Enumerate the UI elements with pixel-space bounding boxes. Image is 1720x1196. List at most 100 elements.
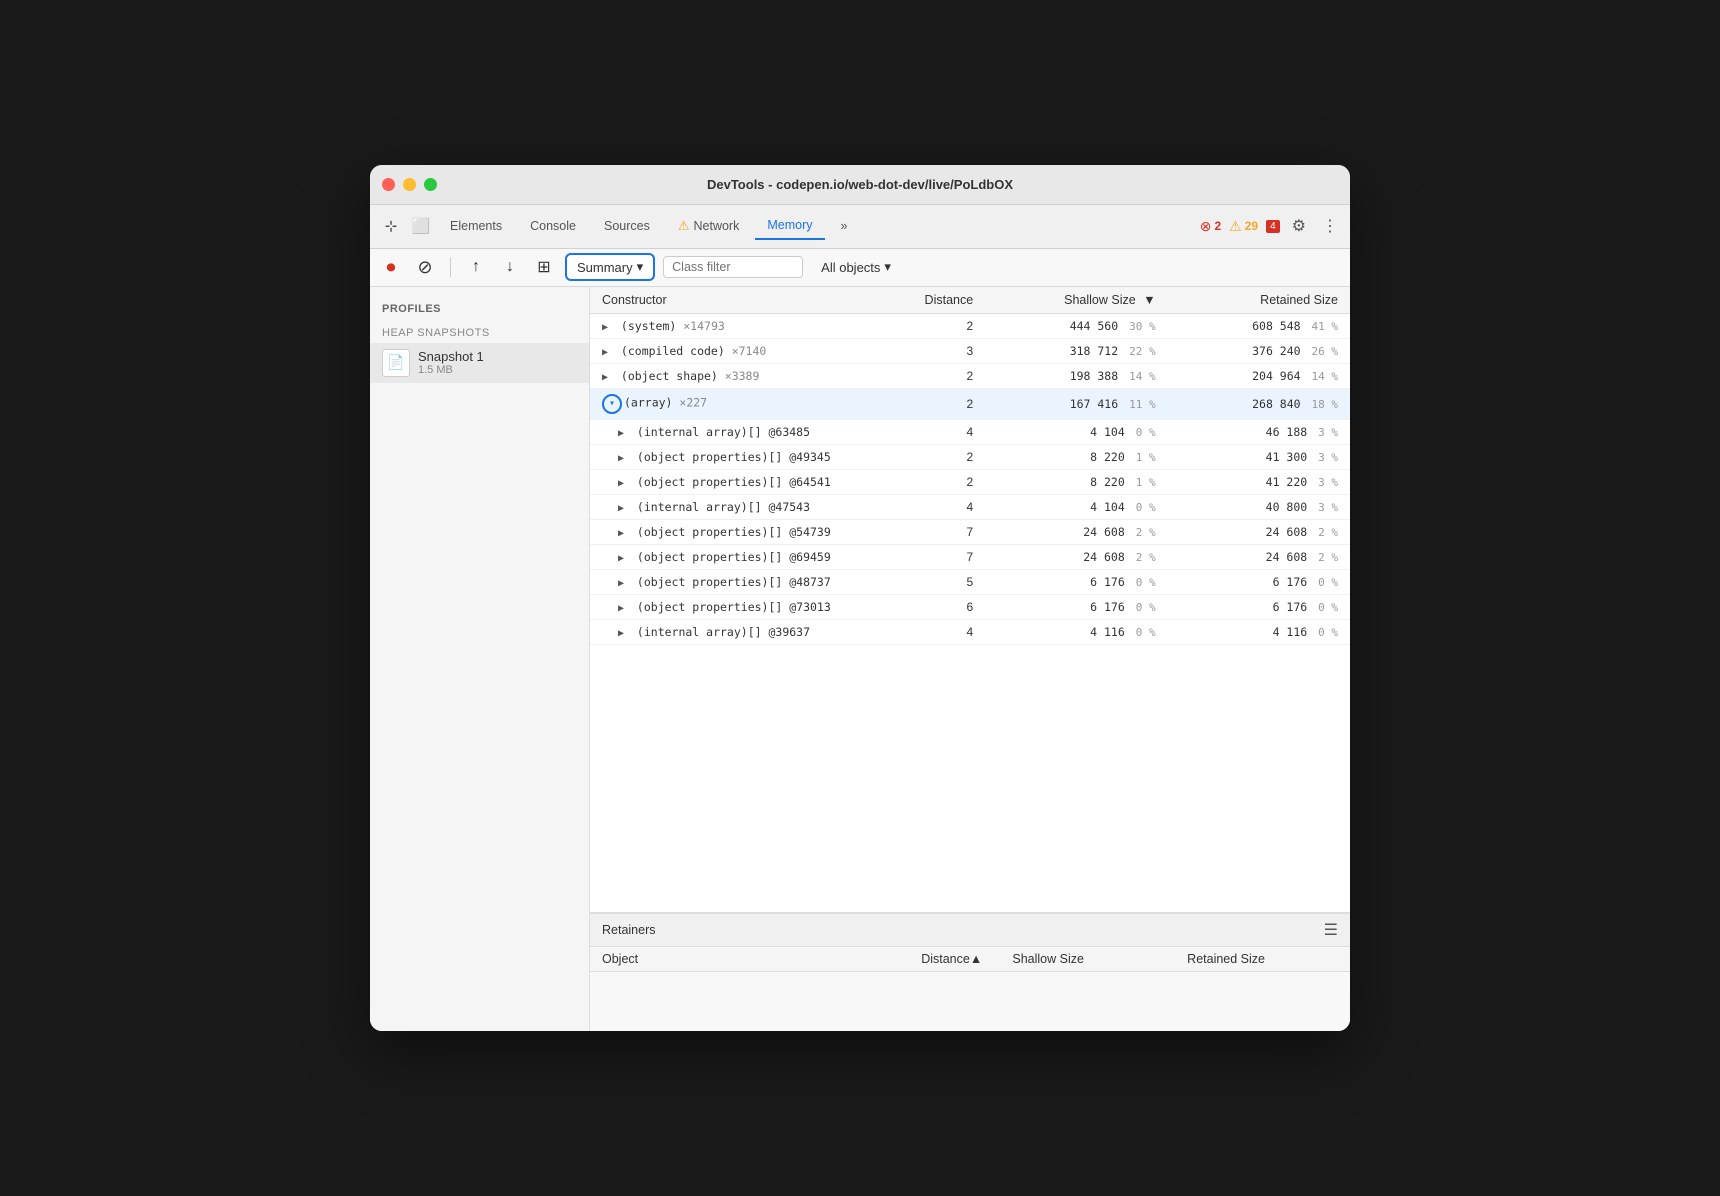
- table-body: ▶ (system) ×147932444 560 30 %608 548 41…: [590, 313, 1350, 644]
- cell-retained-size: 41 300 3 %: [1168, 444, 1350, 469]
- cell-distance: 3: [909, 338, 985, 363]
- all-objects-dropdown[interactable]: All objects ▾: [811, 255, 901, 279]
- table-row[interactable]: ▶ (internal array)[] @6348544 104 0 %46 …: [590, 419, 1350, 444]
- cell-distance: 7: [909, 544, 985, 569]
- cell-distance: 5: [909, 569, 985, 594]
- cell-retained-size: 4 116 0 %: [1168, 619, 1350, 644]
- devtools-window: DevTools - codepen.io/web-dot-dev/live/P…: [370, 165, 1350, 1032]
- error-count: ⊗ 2: [1200, 218, 1221, 235]
- col-retained-size[interactable]: Retained Size: [1168, 287, 1350, 314]
- expand-arrow-circle[interactable]: ▾: [602, 394, 622, 414]
- expand-arrow-icon[interactable]: ▶: [602, 347, 614, 358]
- expand-arrow-icon[interactable]: ▶: [618, 503, 630, 514]
- cell-distance: 4: [909, 494, 985, 519]
- table-row[interactable]: ▶ (internal array)[] @3963744 116 0 %4 1…: [590, 619, 1350, 644]
- col-shallow-size[interactable]: Shallow Size ▼: [985, 287, 1167, 314]
- expand-arrow-icon[interactable]: ▶: [618, 553, 630, 564]
- table-row[interactable]: ▶ (object properties)[] @4873756 176 0 %…: [590, 569, 1350, 594]
- col-constructor[interactable]: Constructor: [590, 287, 909, 314]
- titlebar: DevTools - codepen.io/web-dot-dev/live/P…: [370, 165, 1350, 205]
- cell-shallow-size: 4 116 0 %: [985, 619, 1167, 644]
- cell-constructor: ▾(array) ×227: [590, 388, 909, 419]
- expand-arrow-icon[interactable]: ▶: [618, 578, 630, 589]
- profiles-title: Profiles: [370, 299, 589, 323]
- class-filter-input[interactable]: [663, 256, 803, 278]
- retainers-col-distance[interactable]: Distance▲: [909, 947, 1000, 972]
- table-row[interactable]: ▶ (object properties)[] @4934528 220 1 %…: [590, 444, 1350, 469]
- table-row[interactable]: ▶ (object properties)[] @54739724 608 2 …: [590, 519, 1350, 544]
- cell-constructor: ▶ (object properties)[] @69459: [590, 544, 909, 569]
- cell-shallow-size: 167 416 11 %: [985, 388, 1167, 419]
- expand-arrow-icon[interactable]: ▶: [618, 603, 630, 614]
- expand-arrow-icon[interactable]: ▶: [618, 428, 630, 439]
- cell-retained-size: 608 548 41 %: [1168, 313, 1350, 338]
- expand-arrow-icon[interactable]: ▶: [602, 372, 614, 383]
- cell-shallow-size: 6 176 0 %: [985, 594, 1167, 619]
- cell-retained-size: 204 964 14 %: [1168, 363, 1350, 388]
- clear-button[interactable]: ⊘: [412, 254, 438, 280]
- window-title: DevTools - codepen.io/web-dot-dev/live/P…: [707, 177, 1013, 192]
- table-row[interactable]: ▶ (object properties)[] @69459724 608 2 …: [590, 544, 1350, 569]
- table-row[interactable]: ▶ (object properties)[] @7301366 176 0 %…: [590, 594, 1350, 619]
- cell-shallow-size: 444 560 30 %: [985, 313, 1167, 338]
- retainers-header: Retainers ☰: [590, 914, 1350, 947]
- expand-arrow-icon[interactable]: ▶: [618, 453, 630, 464]
- main-toolbar: ⊹ ⬜ Elements Console Sources ⚠ Network M…: [370, 205, 1350, 249]
- warning-count: ⚠ 29: [1229, 218, 1258, 235]
- table-row[interactable]: ▾(array) ×2272167 416 11 %268 840 18 %: [590, 388, 1350, 419]
- cell-shallow-size: 318 712 22 %: [985, 338, 1167, 363]
- inspector-icon[interactable]: ⊹: [378, 213, 404, 239]
- maximize-button[interactable]: [424, 178, 437, 191]
- snapshot-item[interactable]: 📄 Snapshot 1 1.5 MB: [370, 343, 589, 383]
- window-controls: [382, 178, 437, 191]
- tab-network[interactable]: ⚠ Network: [666, 212, 752, 240]
- table-row[interactable]: ▶ (object shape) ×33892198 388 14 %204 9…: [590, 363, 1350, 388]
- table-row[interactable]: ▶ (internal array)[] @4754344 104 0 %40 …: [590, 494, 1350, 519]
- device-icon[interactable]: ⬜: [408, 213, 434, 239]
- tab-sources[interactable]: Sources: [592, 213, 662, 239]
- retainers-title: Retainers: [602, 923, 656, 937]
- table-row[interactable]: ▶ (object properties)[] @6454128 220 1 %…: [590, 469, 1350, 494]
- retainers-col-retained[interactable]: Retained Size: [1175, 947, 1350, 972]
- settings-icon[interactable]: ⚙: [1288, 212, 1310, 240]
- snapshot-name: Snapshot 1: [418, 349, 484, 364]
- cell-constructor: ▶ (system) ×14793: [590, 313, 909, 338]
- close-button[interactable]: [382, 178, 395, 191]
- chevron-down-icon: ▾: [884, 259, 891, 275]
- more-options-icon[interactable]: ⋮: [1318, 212, 1342, 240]
- cell-distance: 4: [909, 619, 985, 644]
- minimize-button[interactable]: [403, 178, 416, 191]
- cell-retained-size: 6 176 0 %: [1168, 569, 1350, 594]
- summary-dropdown[interactable]: Summary ▾: [565, 253, 655, 281]
- expand-arrow-icon[interactable]: ▶: [618, 628, 630, 639]
- cell-shallow-size: 8 220 1 %: [985, 444, 1167, 469]
- upload-button[interactable]: ↑: [463, 254, 489, 280]
- cleanup-button[interactable]: ⊞: [531, 254, 557, 280]
- tab-elements[interactable]: Elements: [438, 213, 514, 239]
- table-row[interactable]: ▶ (system) ×147932444 560 30 %608 548 41…: [590, 313, 1350, 338]
- chevron-down-icon: ▾: [637, 259, 644, 275]
- retainers-col-object[interactable]: Object: [590, 947, 909, 972]
- expand-arrow-icon[interactable]: ▶: [602, 322, 614, 333]
- tab-more[interactable]: »: [829, 213, 860, 239]
- expand-arrow-icon[interactable]: ▶: [618, 478, 630, 489]
- retainers-col-shallow[interactable]: Shallow Size: [1000, 947, 1175, 972]
- retainers-menu-icon[interactable]: ☰: [1324, 920, 1338, 940]
- tab-console[interactable]: Console: [518, 213, 588, 239]
- expand-arrow-icon[interactable]: ▶: [618, 528, 630, 539]
- heap-table-container[interactable]: Constructor Distance Shallow Size ▼ Reta…: [590, 287, 1350, 912]
- retainers-table: Object Distance▲ Shallow Size Retained S…: [590, 947, 1350, 1032]
- cell-shallow-size: 24 608 2 %: [985, 544, 1167, 569]
- col-distance[interactable]: Distance: [909, 287, 985, 314]
- tab-memory[interactable]: Memory: [755, 212, 824, 240]
- cell-constructor: ▶ (object properties)[] @73013: [590, 594, 909, 619]
- heap-table: Constructor Distance Shallow Size ▼ Reta…: [590, 287, 1350, 645]
- data-panel: Constructor Distance Shallow Size ▼ Reta…: [590, 287, 1350, 1032]
- snapshot-size: 1.5 MB: [418, 364, 484, 376]
- retainers-header-row: Object Distance▲ Shallow Size Retained S…: [590, 947, 1350, 972]
- download-button[interactable]: ↓: [497, 254, 523, 280]
- cell-shallow-size: 24 608 2 %: [985, 519, 1167, 544]
- record-button[interactable]: ⏺: [378, 254, 404, 280]
- warn-triangle-icon: ⚠: [678, 218, 690, 234]
- table-row[interactable]: ▶ (compiled code) ×71403318 712 22 %376 …: [590, 338, 1350, 363]
